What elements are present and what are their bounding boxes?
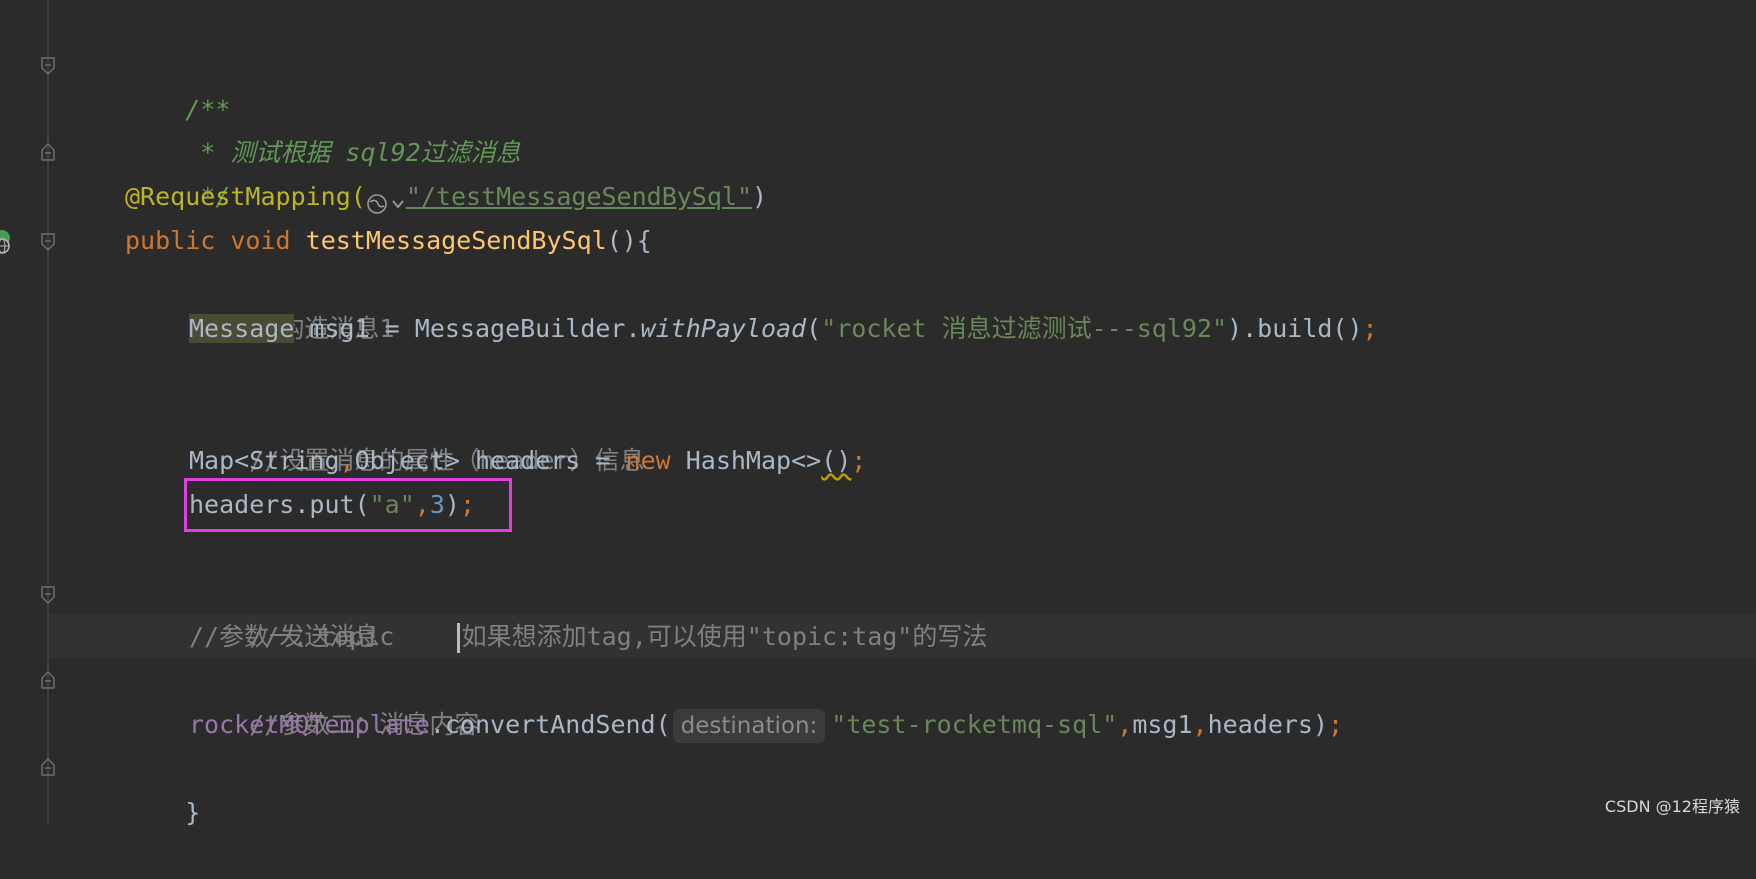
map-type: Map<String bbox=[189, 446, 340, 475]
code-line: * 测试根据 sql92过滤消息 bbox=[125, 87, 520, 167]
topic-string: "test-rocketmq-sql" bbox=[831, 710, 1118, 739]
semicolon: ; bbox=[851, 446, 867, 475]
msg-decl: msg1 = MessageBuilder. bbox=[294, 314, 641, 343]
code-line: public void testMessageSendBySql(){ bbox=[125, 219, 652, 263]
close-paren: ) bbox=[1312, 710, 1329, 739]
comma: , bbox=[1192, 710, 1208, 739]
comma: , bbox=[339, 446, 355, 475]
comma: , bbox=[1117, 710, 1133, 739]
annotation-close: ) bbox=[752, 182, 768, 211]
annotation-name: @RequestMapping( bbox=[125, 182, 366, 211]
keyword-void: void bbox=[230, 226, 291, 255]
method-open: (){ bbox=[606, 226, 652, 255]
code-line: //构造消息1 bbox=[189, 263, 394, 343]
code-line: //发送消息 bbox=[189, 571, 379, 651]
arg-headers: headers bbox=[1207, 710, 1313, 739]
keyword-new: new bbox=[625, 446, 671, 475]
with-payload-call: withPayload bbox=[640, 314, 807, 343]
text-caret bbox=[456, 623, 460, 653]
code-line: /** bbox=[125, 44, 230, 124]
type-message: Message bbox=[189, 314, 295, 343]
url-globe-icon[interactable] bbox=[366, 186, 406, 214]
convert-call: .convertAndSend( bbox=[429, 710, 671, 739]
paren-open: ( bbox=[806, 314, 822, 343]
payload-string: "rocket 消息过滤测试---sql92" bbox=[821, 314, 1228, 343]
keyword-public: public bbox=[125, 226, 216, 255]
parameter-hint-destination: destination: bbox=[672, 709, 826, 743]
code-line: rocketMQTemplate.convertAndSend(destinat… bbox=[189, 703, 1343, 747]
method-name: testMessageSendBySql bbox=[305, 226, 607, 255]
code-line: //参数二：消息内容 bbox=[189, 659, 479, 739]
annotation-path[interactable]: "/testMessageSendBySql" bbox=[406, 182, 752, 211]
semicolon: ; bbox=[1328, 710, 1344, 739]
comment-param1: //参数一：topic bbox=[189, 622, 455, 651]
code-line: Map<String,Object> headers = new HashMap… bbox=[189, 439, 866, 483]
semicolon: ; bbox=[1362, 314, 1378, 343]
comment-param1-rest: 如果想添加tag,可以使用"topic:tag"的写法 bbox=[461, 622, 988, 651]
code-line: //设置消息的属性（header）信息 bbox=[189, 395, 644, 475]
code-line-current: //参数一：topic 如果想添加tag,可以使用"topic:tag"的写法 bbox=[189, 615, 987, 659]
code-line: */ bbox=[125, 131, 230, 211]
hashmap-call: () bbox=[821, 446, 852, 475]
doc-comment-text: * 测试根据 sql92过滤消息 bbox=[185, 138, 521, 167]
watermark: CSDN @12程序猿 bbox=[1604, 797, 1740, 816]
code-line: } bbox=[125, 747, 200, 827]
brace-close: } bbox=[185, 798, 201, 827]
highlight-box bbox=[184, 478, 512, 532]
build-call: ).build() bbox=[1227, 314, 1363, 343]
arg-msg: msg1 bbox=[1132, 710, 1193, 739]
code-line: @RequestMapping( "/testMessageSendBySql") bbox=[125, 175, 767, 219]
hashmap: HashMap<> bbox=[670, 446, 822, 475]
code-editor[interactable]: /** * 测试根据 sql92过滤消息 */ @RequestMapping(… bbox=[0, 0, 1756, 827]
map-type-rest: Object> headers = bbox=[354, 446, 626, 475]
code-line: Message msg1 = MessageBuilder.withPayloa… bbox=[189, 307, 1378, 351]
template-field: rocketMQTemplate bbox=[189, 710, 430, 739]
